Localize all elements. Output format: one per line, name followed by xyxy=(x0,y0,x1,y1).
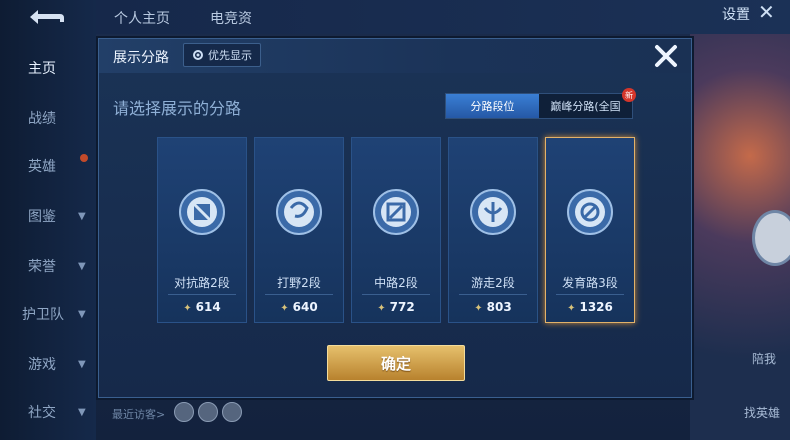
tab-label: 分路段位 xyxy=(470,100,515,113)
score-value: 772 xyxy=(389,300,415,314)
sidebar-item-label: 战绩 xyxy=(28,111,56,127)
priority-display-button[interactable]: 优先显示 xyxy=(183,43,261,67)
gear-icon xyxy=(193,50,203,60)
score-icon: ✦ xyxy=(183,303,192,314)
clash-lane-icon xyxy=(179,189,225,235)
divider xyxy=(265,294,333,295)
chevron-down-icon: ▼ xyxy=(78,308,86,320)
lane-tabs: 分路段位 巅峰分路(全国 新 xyxy=(445,88,636,119)
top-bar: 个人主页 电竞资 xyxy=(96,0,790,34)
chevron-down-icon: ▼ xyxy=(78,210,86,222)
lane-card-jungle[interactable]: 打野2段 ✦ 640 xyxy=(254,137,344,323)
sidebar-item-label: 英雄 xyxy=(28,159,56,175)
dialog-subtitle: 请选择展示的分路 xyxy=(113,99,242,118)
sidebar-item-label: 社交 xyxy=(28,405,56,421)
lane-display-dialog: 展示分路 优先显示 请选择展示的分路 分路段位 巅峰分路(全国 新 对抗路2段 xyxy=(98,38,692,398)
back-arrow-icon[interactable] xyxy=(24,6,68,28)
tab-label: 巅峰分路(全国 xyxy=(550,100,621,113)
hexagon-button[interactable] xyxy=(752,210,790,266)
sidebar-item-label: 图鉴 xyxy=(28,209,56,225)
new-badge: 新 xyxy=(622,88,636,102)
dialog-header: 展示分路 优先显示 xyxy=(99,39,691,73)
score-value: 640 xyxy=(292,300,318,314)
sidebar-item-label: 荣誉 xyxy=(28,259,56,275)
roam-icon xyxy=(470,189,516,235)
lane-card-clash[interactable]: 对抗路2段 ✦ 614 xyxy=(157,137,247,323)
lane-card-roam[interactable]: 游走2段 ✦ 803 xyxy=(448,137,538,323)
avatar[interactable] xyxy=(198,402,218,422)
mid-lane-icon xyxy=(373,189,419,235)
jungle-icon xyxy=(276,189,322,235)
divider xyxy=(168,294,236,295)
tab-peak-lane[interactable]: 巅峰分路(全国 新 xyxy=(539,88,636,118)
lane-score: ✦ 640 xyxy=(255,300,343,314)
sidebar-item-label: 主页 xyxy=(28,61,56,77)
lane-name: 中路2段 xyxy=(374,276,418,290)
confirm-button[interactable]: 确定 xyxy=(327,345,465,381)
sidebar-item-heroes[interactable]: 英雄 xyxy=(0,152,96,180)
farm-lane-icon xyxy=(567,189,613,235)
chevron-down-icon: ▼ xyxy=(78,406,86,418)
close-icon[interactable]: ✕ xyxy=(758,0,775,24)
priority-display-label: 优先显示 xyxy=(208,49,252,62)
lane-card-farm[interactable]: 发育路3段 ✦ 1326 xyxy=(545,137,635,323)
sidebar: 主页 战绩 英雄 图鉴 ▼ 荣誉 ▼ 护卫队 ▼ 游戏 ▼ 社交 ▼ xyxy=(0,0,96,440)
tab-esports[interactable]: 电竞资 xyxy=(210,8,252,28)
sidebar-item-home[interactable]: 主页 xyxy=(0,54,96,82)
divider xyxy=(459,294,527,295)
lane-name: 发育路3段 xyxy=(562,276,618,290)
sidebar-item-guard[interactable]: 护卫队 ▼ xyxy=(0,300,96,328)
divider xyxy=(556,294,624,295)
lane-score: ✦ 803 xyxy=(449,300,537,314)
lane-name: 对抗路2段 xyxy=(174,276,230,290)
sidebar-item-social[interactable]: 社交 ▼ xyxy=(0,398,96,426)
sidebar-item-codex[interactable]: 图鉴 ▼ xyxy=(0,202,96,230)
score-icon: ✦ xyxy=(567,303,576,314)
sidebar-item-games[interactable]: 游戏 ▼ xyxy=(0,350,96,378)
tab-personal-home[interactable]: 个人主页 xyxy=(114,8,170,28)
notification-dot xyxy=(80,154,88,162)
score-value: 1326 xyxy=(579,300,613,314)
settings-button[interactable]: 设置 xyxy=(722,4,750,24)
score-icon: ✦ xyxy=(377,303,386,314)
dialog-title: 展示分路 xyxy=(113,50,169,66)
lane-score: ✦ 614 xyxy=(158,300,246,314)
chevron-down-icon: ▼ xyxy=(78,358,86,370)
lane-card-mid[interactable]: 中路2段 ✦ 772 xyxy=(351,137,441,323)
score-value: 803 xyxy=(486,300,512,314)
close-icon[interactable] xyxy=(651,41,681,71)
accompany-label[interactable]: 陪我 xyxy=(752,350,776,367)
score-value: 614 xyxy=(195,300,221,314)
divider xyxy=(362,294,430,295)
score-icon: ✦ xyxy=(280,303,289,314)
sidebar-item-label: 游戏 xyxy=(28,357,56,373)
score-icon: ✦ xyxy=(474,303,483,314)
avatar[interactable] xyxy=(174,402,194,422)
recent-visitors-label[interactable]: 最近访客> xyxy=(112,406,165,422)
lane-score: ✦ 772 xyxy=(352,300,440,314)
lane-name: 打野2段 xyxy=(277,276,321,290)
sidebar-item-honor[interactable]: 荣誉 ▼ xyxy=(0,252,96,280)
find-hero-label[interactable]: 找英雄 xyxy=(744,404,780,421)
sidebar-item-record[interactable]: 战绩 xyxy=(0,104,96,132)
avatar[interactable] xyxy=(222,402,242,422)
sidebar-item-label: 护卫队 xyxy=(22,307,64,323)
tab-lane-rank[interactable]: 分路段位 xyxy=(446,94,539,118)
lane-score: ✦ 1326 xyxy=(546,300,634,314)
chevron-down-icon: ▼ xyxy=(78,260,86,272)
lane-name: 游走2段 xyxy=(471,276,515,290)
